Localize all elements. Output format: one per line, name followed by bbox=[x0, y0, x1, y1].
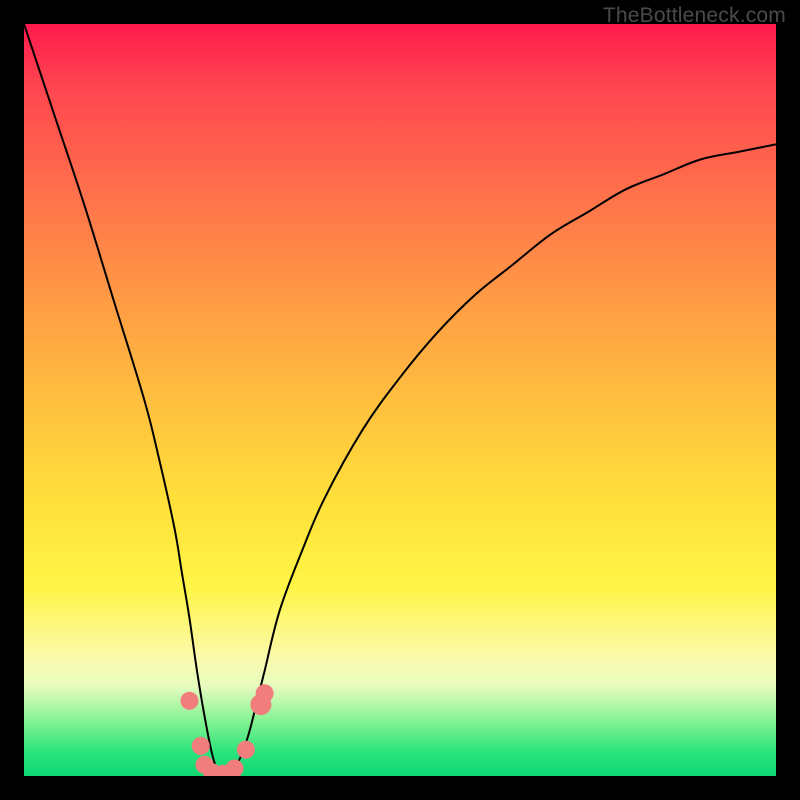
data-marker bbox=[237, 741, 255, 759]
data-marker bbox=[180, 692, 198, 710]
watermark-text: TheBottleneck.com bbox=[603, 4, 786, 28]
curve-layer bbox=[24, 24, 776, 776]
data-marker bbox=[256, 684, 274, 702]
bottleneck-curve bbox=[24, 24, 776, 776]
data-marker bbox=[226, 759, 244, 776]
plot-area bbox=[24, 24, 776, 776]
data-marker bbox=[192, 737, 210, 755]
chart-frame: TheBottleneck.com bbox=[0, 0, 800, 800]
